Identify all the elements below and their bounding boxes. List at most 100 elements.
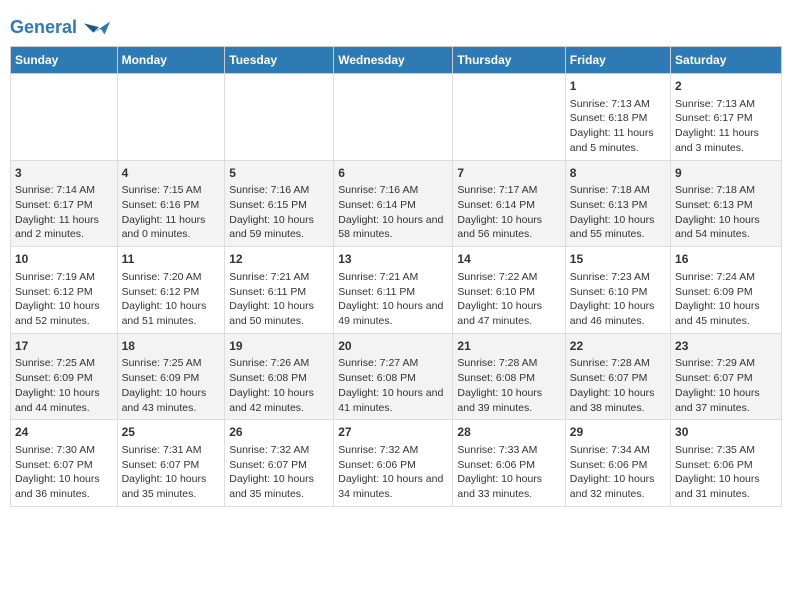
day-info: Sunset: 6:06 PM [338,458,448,473]
day-info: Sunrise: 7:30 AM [15,443,113,458]
calendar-week-row: 17Sunrise: 7:25 AMSunset: 6:09 PMDayligh… [11,333,782,420]
calendar-cell [11,74,118,161]
day-info: Sunset: 6:06 PM [675,458,777,473]
calendar-cell: 15Sunrise: 7:23 AMSunset: 6:10 PMDayligh… [565,247,670,334]
day-number: 6 [338,165,448,182]
day-info: Sunrise: 7:15 AM [122,183,221,198]
calendar-cell: 12Sunrise: 7:21 AMSunset: 6:11 PMDayligh… [225,247,334,334]
day-number: 11 [122,251,221,268]
day-info: Sunrise: 7:28 AM [457,356,560,371]
day-info: Sunset: 6:13 PM [570,198,666,213]
day-info: Daylight: 11 hours and 0 minutes. [122,213,221,242]
day-info: Sunrise: 7:31 AM [122,443,221,458]
day-info: Daylight: 10 hours and 36 minutes. [15,472,113,501]
calendar-header-row: SundayMondayTuesdayWednesdayThursdayFrid… [11,47,782,74]
calendar-week-row: 10Sunrise: 7:19 AMSunset: 6:12 PMDayligh… [11,247,782,334]
calendar-cell [453,74,565,161]
day-number: 3 [15,165,113,182]
day-info: Daylight: 10 hours and 55 minutes. [570,213,666,242]
day-info: Sunrise: 7:14 AM [15,183,113,198]
day-number: 2 [675,78,777,95]
day-info: Sunrise: 7:23 AM [570,270,666,285]
day-info: Daylight: 10 hours and 54 minutes. [675,213,777,242]
day-info: Sunrise: 7:32 AM [229,443,329,458]
day-number: 29 [570,424,666,441]
calendar-cell: 8Sunrise: 7:18 AMSunset: 6:13 PMDaylight… [565,160,670,247]
day-number: 18 [122,338,221,355]
calendar-cell [117,74,225,161]
calendar-cell: 13Sunrise: 7:21 AMSunset: 6:11 PMDayligh… [334,247,453,334]
day-info: Daylight: 10 hours and 58 minutes. [338,213,448,242]
day-info: Sunset: 6:08 PM [457,371,560,386]
calendar-cell: 18Sunrise: 7:25 AMSunset: 6:09 PMDayligh… [117,333,225,420]
calendar-cell: 6Sunrise: 7:16 AMSunset: 6:14 PMDaylight… [334,160,453,247]
day-info: Sunset: 6:08 PM [229,371,329,386]
day-info: Sunset: 6:10 PM [457,285,560,300]
day-number: 8 [570,165,666,182]
day-info: Sunset: 6:09 PM [15,371,113,386]
logo-general: General [10,17,77,37]
column-header-sunday: Sunday [11,47,118,74]
day-info: Sunset: 6:06 PM [457,458,560,473]
day-info: Sunset: 6:11 PM [338,285,448,300]
day-info: Sunrise: 7:27 AM [338,356,448,371]
day-number: 13 [338,251,448,268]
day-number: 14 [457,251,560,268]
day-number: 25 [122,424,221,441]
calendar-cell: 14Sunrise: 7:22 AMSunset: 6:10 PMDayligh… [453,247,565,334]
column-header-wednesday: Wednesday [334,47,453,74]
day-info: Sunset: 6:17 PM [15,198,113,213]
calendar-cell: 23Sunrise: 7:29 AMSunset: 6:07 PMDayligh… [671,333,782,420]
day-number: 27 [338,424,448,441]
calendar-cell: 21Sunrise: 7:28 AMSunset: 6:08 PMDayligh… [453,333,565,420]
calendar-week-row: 1Sunrise: 7:13 AMSunset: 6:18 PMDaylight… [11,74,782,161]
day-number: 23 [675,338,777,355]
day-info: Daylight: 11 hours and 5 minutes. [570,126,666,155]
day-info: Daylight: 10 hours and 34 minutes. [338,472,448,501]
calendar-cell: 17Sunrise: 7:25 AMSunset: 6:09 PMDayligh… [11,333,118,420]
day-number: 15 [570,251,666,268]
day-info: Daylight: 10 hours and 41 minutes. [338,386,448,415]
day-info: Daylight: 10 hours and 32 minutes. [570,472,666,501]
calendar-cell: 11Sunrise: 7:20 AMSunset: 6:12 PMDayligh… [117,247,225,334]
day-info: Sunset: 6:17 PM [675,111,777,126]
column-header-thursday: Thursday [453,47,565,74]
calendar-cell: 22Sunrise: 7:28 AMSunset: 6:07 PMDayligh… [565,333,670,420]
day-number: 10 [15,251,113,268]
day-info: Daylight: 10 hours and 42 minutes. [229,386,329,415]
calendar-cell: 3Sunrise: 7:14 AMSunset: 6:17 PMDaylight… [11,160,118,247]
day-number: 28 [457,424,560,441]
day-info: Daylight: 10 hours and 52 minutes. [15,299,113,328]
day-number: 1 [570,78,666,95]
day-info: Daylight: 10 hours and 38 minutes. [570,386,666,415]
column-header-tuesday: Tuesday [225,47,334,74]
day-info: Sunset: 6:06 PM [570,458,666,473]
day-info: Daylight: 10 hours and 50 minutes. [229,299,329,328]
calendar-cell: 25Sunrise: 7:31 AMSunset: 6:07 PMDayligh… [117,420,225,507]
calendar-cell: 16Sunrise: 7:24 AMSunset: 6:09 PMDayligh… [671,247,782,334]
day-info: Sunset: 6:14 PM [457,198,560,213]
day-number: 30 [675,424,777,441]
day-info: Sunrise: 7:18 AM [675,183,777,198]
column-header-monday: Monday [117,47,225,74]
calendar-cell: 26Sunrise: 7:32 AMSunset: 6:07 PMDayligh… [225,420,334,507]
day-info: Sunset: 6:09 PM [122,371,221,386]
calendar-week-row: 24Sunrise: 7:30 AMSunset: 6:07 PMDayligh… [11,420,782,507]
calendar-cell: 7Sunrise: 7:17 AMSunset: 6:14 PMDaylight… [453,160,565,247]
page-header: General [10,10,782,42]
day-info: Sunset: 6:12 PM [122,285,221,300]
logo-bird-icon [84,14,112,42]
day-info: Daylight: 10 hours and 31 minutes. [675,472,777,501]
calendar-cell: 4Sunrise: 7:15 AMSunset: 6:16 PMDaylight… [117,160,225,247]
calendar-cell: 29Sunrise: 7:34 AMSunset: 6:06 PMDayligh… [565,420,670,507]
day-number: 7 [457,165,560,182]
day-info: Sunset: 6:07 PM [15,458,113,473]
day-number: 26 [229,424,329,441]
calendar-cell: 30Sunrise: 7:35 AMSunset: 6:06 PMDayligh… [671,420,782,507]
day-info: Sunset: 6:14 PM [338,198,448,213]
day-info: Sunrise: 7:21 AM [338,270,448,285]
day-info: Daylight: 10 hours and 33 minutes. [457,472,560,501]
day-info: Sunset: 6:09 PM [675,285,777,300]
day-info: Sunrise: 7:16 AM [229,183,329,198]
day-info: Sunset: 6:16 PM [122,198,221,213]
